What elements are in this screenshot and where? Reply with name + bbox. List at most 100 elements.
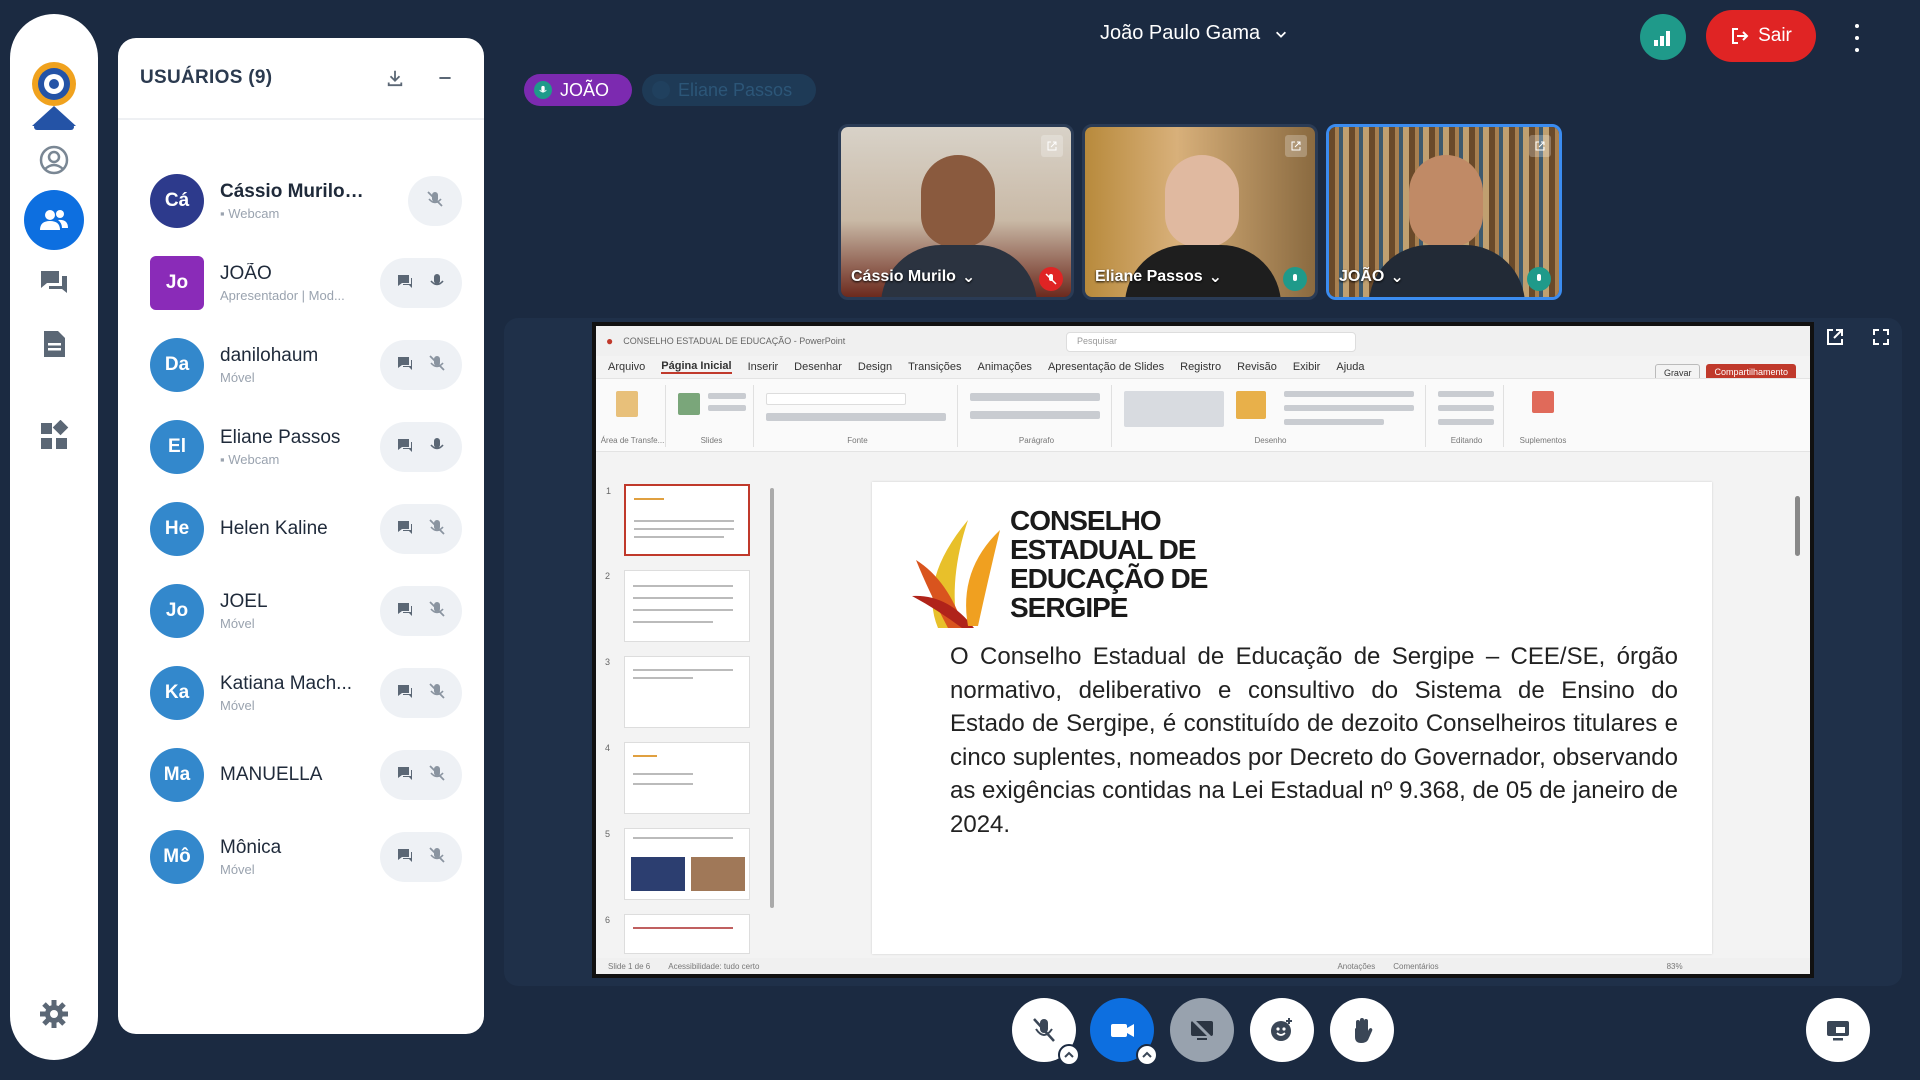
- ppt-menu-item[interactable]: Exibir: [1293, 361, 1321, 373]
- user-row[interactable]: El Eliane Passos ▪ Webcam: [118, 406, 484, 488]
- settings-nav-button[interactable]: [24, 984, 84, 1044]
- user-mic-button[interactable]: [426, 190, 444, 213]
- user-mic-button[interactable]: [428, 436, 446, 459]
- slide-thumbnail[interactable]: 2: [605, 570, 750, 642]
- popout-icon[interactable]: [1529, 135, 1551, 157]
- reactions-button[interactable]: [1250, 998, 1314, 1062]
- user-row[interactable]: Jo JOÃO Apresentador | Mod...: [118, 242, 484, 324]
- slide-thumbnail[interactable]: 3: [605, 656, 750, 728]
- ppt-menu-item[interactable]: Design: [858, 361, 892, 373]
- user-row[interactable]: Mô Mônica Móvel: [118, 816, 484, 898]
- leave-button[interactable]: Sair: [1706, 10, 1816, 62]
- connection-status-button[interactable]: [1640, 14, 1686, 60]
- chevron-down-icon: ⌄: [1208, 269, 1223, 286]
- ppt-menu-item[interactable]: Página Inicial: [661, 360, 732, 374]
- comments-button[interactable]: Comentários: [1393, 962, 1438, 971]
- zoom-level[interactable]: 83%: [1667, 962, 1683, 971]
- user-row[interactable]: Cá Cássio Murilo (V... ▪ Webcam: [118, 160, 484, 242]
- slide-thumbnails: 1 2 3 4 5 6: [596, 478, 766, 966]
- user-chat-button[interactable]: [396, 846, 414, 869]
- popout-icon[interactable]: [1285, 135, 1307, 157]
- fullscreen-icon: [1873, 329, 1889, 345]
- user-row[interactable]: He Helen Kaline: [118, 488, 484, 570]
- raise-hand-button[interactable]: [1330, 998, 1394, 1062]
- user-status: ▪ Webcam: [220, 452, 368, 467]
- popout-presentation-button[interactable]: [1822, 324, 1848, 350]
- user-mic-button[interactable]: [428, 764, 446, 787]
- apps-grid-icon: [41, 420, 69, 449]
- user-mic-button[interactable]: [428, 518, 446, 541]
- user-mic-button[interactable]: [428, 272, 446, 295]
- slide-thumbnail[interactable]: 4: [605, 742, 750, 814]
- ppt-menu-item[interactable]: Apresentação de Slides: [1048, 361, 1164, 373]
- webcam-tile[interactable]: Cássio Murilo ⌄: [838, 124, 1074, 300]
- user-actions: [380, 668, 462, 718]
- minimize-panel-button[interactable]: [428, 61, 462, 95]
- user-mic-button[interactable]: [428, 354, 446, 377]
- users-nav-button[interactable]: [24, 190, 84, 250]
- user-chat-button[interactable]: [396, 272, 414, 295]
- notes-button[interactable]: Anotações: [1337, 962, 1375, 971]
- ppt-menu-item[interactable]: Desenhar: [794, 361, 842, 373]
- user-chat-button[interactable]: [396, 436, 414, 459]
- more-options-button[interactable]: [1852, 24, 1862, 52]
- ribbon-group: Área de Transfe...: [600, 385, 666, 447]
- user-chat-button[interactable]: [396, 600, 414, 623]
- user-actions: [380, 832, 462, 882]
- slide-scrollbar[interactable]: [1795, 496, 1800, 556]
- ppt-search-input[interactable]: Pesquisar: [1066, 332, 1356, 352]
- mic-icon: [430, 437, 444, 449]
- mic-icon: [652, 81, 670, 99]
- user-row[interactable]: Jo JOEL Móvel: [118, 570, 484, 652]
- user-mic-button[interactable]: [428, 846, 446, 869]
- user-row[interactable]: Ma MANUELLA: [118, 734, 484, 816]
- ppt-menu-item[interactable]: Inserir: [748, 361, 779, 373]
- webcam-name[interactable]: Eliane Passos ⌄: [1095, 267, 1222, 287]
- presentation-icon: [1827, 1021, 1849, 1041]
- user-chat-button[interactable]: [396, 682, 414, 705]
- presentation-toggle-button[interactable]: [1806, 998, 1870, 1062]
- webcam-tile[interactable]: JOÃO ⌄: [1326, 124, 1562, 300]
- ppt-status-bar: Slide 1 de 6 Acessibilidade: tudo certo …: [596, 958, 1810, 974]
- ppt-menu-item[interactable]: Registro: [1180, 361, 1221, 373]
- slide-thumbnail[interactable]: 6: [605, 914, 750, 954]
- webcam-name-text: Cássio Murilo: [851, 268, 956, 285]
- mute-mic-button[interactable]: [1012, 998, 1080, 1066]
- apps-nav-button[interactable]: [24, 406, 84, 466]
- host-name-dropdown[interactable]: João Paulo Gama: [1100, 22, 1288, 45]
- ppt-menu-item[interactable]: Revisão: [1237, 361, 1277, 373]
- camera-button[interactable]: [1090, 998, 1158, 1066]
- popout-icon[interactable]: [1041, 135, 1063, 157]
- mic-off-icon: [429, 354, 445, 371]
- chevron-up-icon[interactable]: [1058, 1044, 1080, 1066]
- webcam-name[interactable]: JOÃO ⌄: [1339, 267, 1404, 287]
- fullscreen-button[interactable]: [1868, 324, 1894, 350]
- user-chat-button[interactable]: [396, 354, 414, 377]
- ppt-menu-item[interactable]: Transições: [908, 361, 961, 373]
- user-mic-button[interactable]: [428, 600, 446, 623]
- gear-icon: [40, 1000, 68, 1028]
- chevron-down-icon: ⌄: [1390, 269, 1404, 286]
- user-actions: [380, 586, 462, 636]
- profile-nav-button[interactable]: [24, 130, 84, 190]
- screen-share-button[interactable]: [1170, 998, 1234, 1062]
- webcam-name[interactable]: Cássio Murilo ⌄: [851, 267, 975, 287]
- user-chat-button[interactable]: [396, 764, 414, 787]
- chat-icon: [398, 438, 412, 452]
- accessibility-status[interactable]: Acessibilidade: tudo certo: [668, 962, 759, 971]
- ppt-menu-item[interactable]: Arquivo: [608, 361, 645, 373]
- ppt-menu-item[interactable]: Ajuda: [1336, 361, 1364, 373]
- slide-thumbnail[interactable]: 1: [606, 484, 750, 556]
- user-mic-button[interactable]: [428, 682, 446, 705]
- thumbnail-scrollbar[interactable]: [770, 488, 774, 908]
- webcam-tile[interactable]: Eliane Passos ⌄: [1082, 124, 1318, 300]
- user-row[interactable]: Ka Katiana Mach... Móvel: [118, 652, 484, 734]
- notes-nav-button[interactable]: [24, 314, 84, 374]
- slide-thumbnail[interactable]: 5: [605, 828, 750, 900]
- chevron-up-icon[interactable]: [1136, 1044, 1158, 1066]
- user-chat-button[interactable]: [396, 518, 414, 541]
- chat-nav-button[interactable]: [24, 252, 84, 312]
- user-row[interactable]: Da danilohaum Móvel: [118, 324, 484, 406]
- download-users-button[interactable]: [378, 61, 412, 95]
- ppt-menu-item[interactable]: Animações: [978, 361, 1032, 373]
